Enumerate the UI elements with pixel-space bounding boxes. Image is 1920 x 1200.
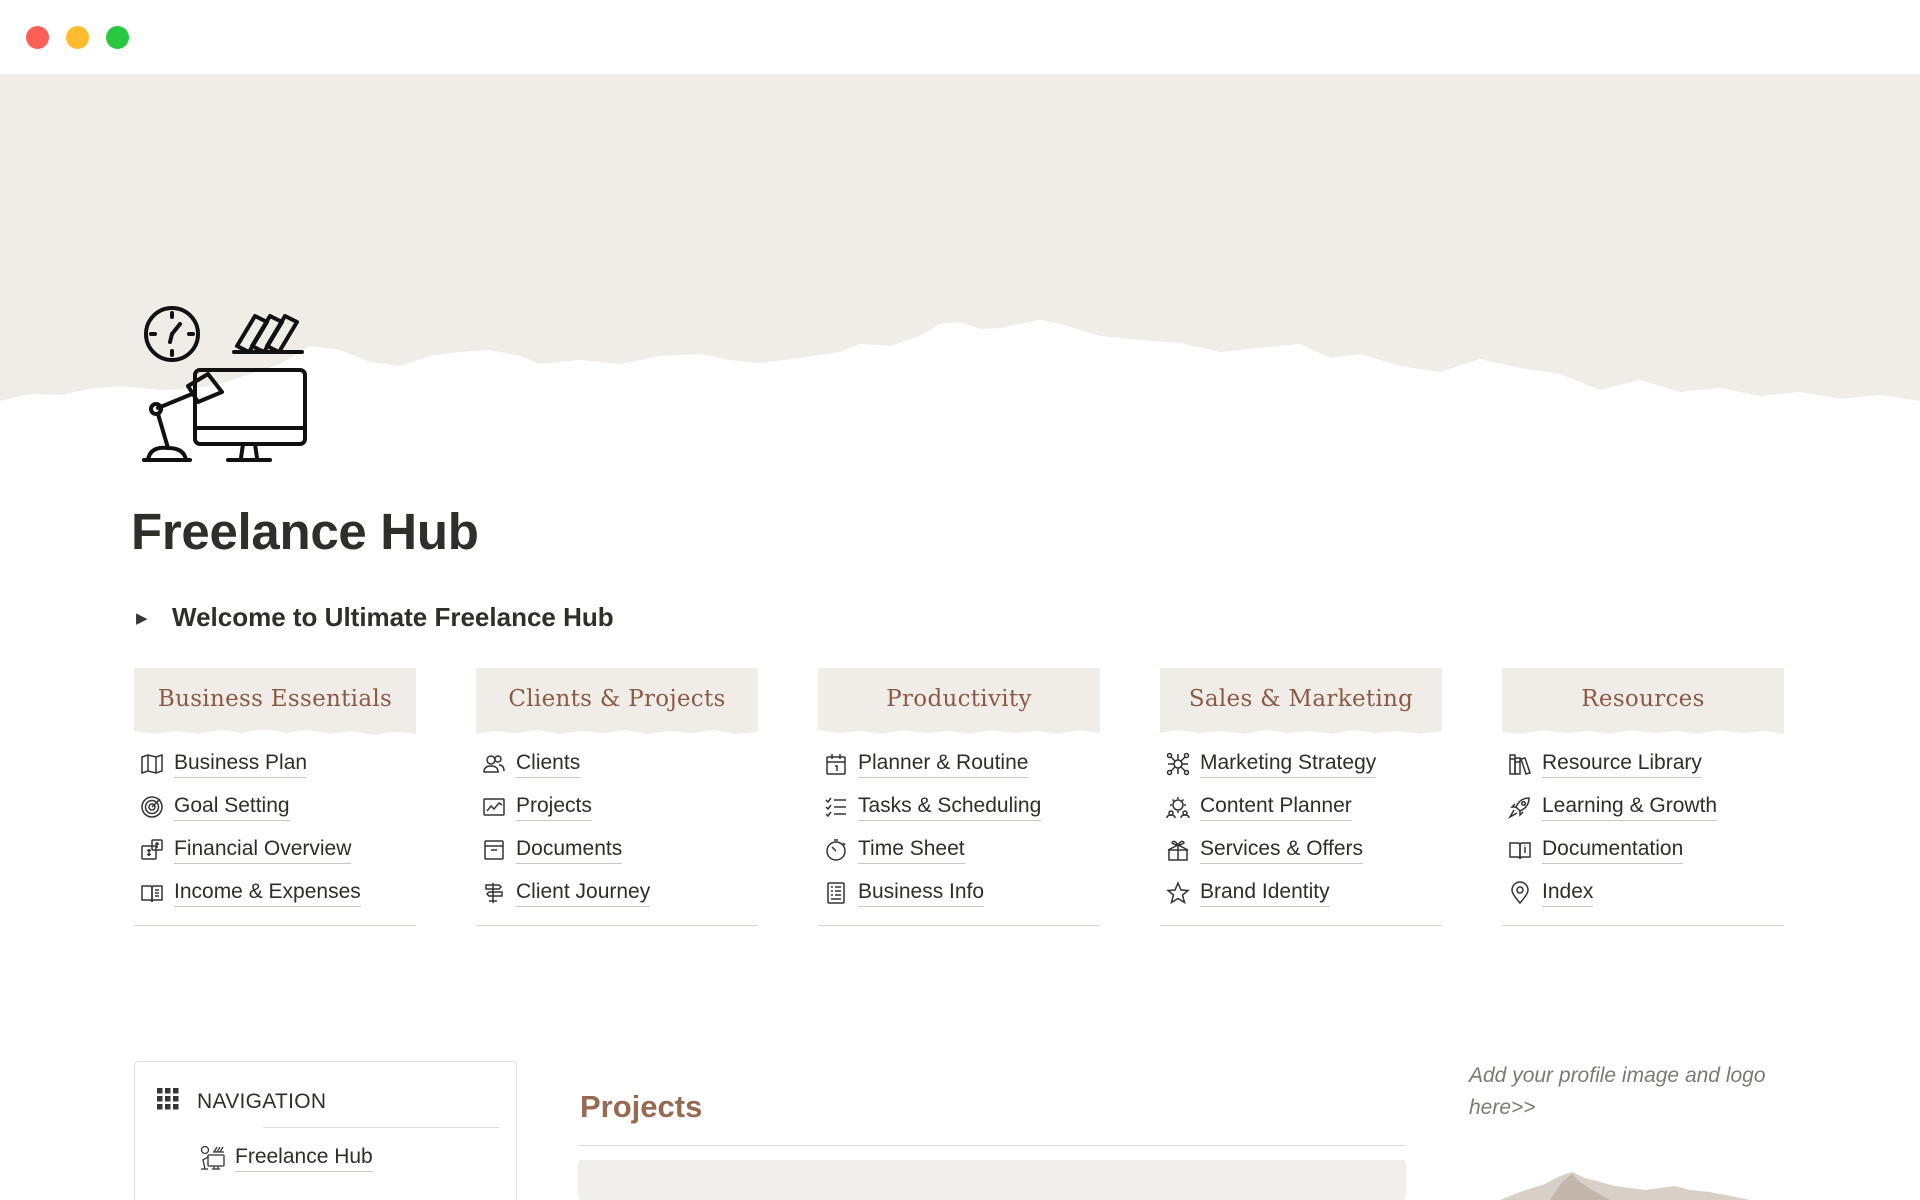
page-title[interactable]: Freelance Hub bbox=[131, 502, 479, 561]
map-pin-icon bbox=[1506, 879, 1534, 907]
archive-box-icon bbox=[480, 836, 508, 864]
link-index[interactable]: Index bbox=[1502, 871, 1784, 914]
users-icon bbox=[480, 750, 508, 778]
link-marketing-strategy[interactable]: Marketing Strategy bbox=[1160, 742, 1442, 785]
link-content-planner[interactable]: Content Planner bbox=[1160, 785, 1442, 828]
checklist-icon bbox=[822, 793, 850, 821]
link-brand-identity[interactable]: Brand Identity bbox=[1160, 871, 1442, 914]
link-columns: Business Essentials Business Plan Goal S… bbox=[134, 668, 1786, 926]
navigation-divider bbox=[263, 1127, 499, 1128]
desk-workspace-icon bbox=[199, 1144, 227, 1172]
document-icon bbox=[822, 879, 850, 907]
link-client-journey[interactable]: Client Journey bbox=[476, 871, 758, 914]
column-resources: Resources Resource Library Learning & Gr… bbox=[1502, 668, 1784, 926]
link-services-offers[interactable]: Services & Offers bbox=[1160, 828, 1442, 871]
link-financial-overview[interactable]: Financial Overview bbox=[134, 828, 416, 871]
navigation-title: NAVIGATION bbox=[197, 1089, 327, 1113]
column-header: Resources bbox=[1502, 668, 1784, 738]
column-sales-marketing: Sales & Marketing Marketing Strategy Con… bbox=[1160, 668, 1442, 926]
target-icon bbox=[138, 793, 166, 821]
network-gear-icon bbox=[1164, 750, 1192, 778]
column-header: Sales & Marketing bbox=[1160, 668, 1442, 738]
ledger-icon bbox=[138, 879, 166, 907]
link-clients[interactable]: Clients bbox=[476, 742, 758, 785]
toggle-label[interactable]: Welcome to Ultimate Freelance Hub bbox=[172, 602, 614, 633]
link-learning-growth[interactable]: Learning & Growth bbox=[1502, 785, 1784, 828]
window-titlebar bbox=[0, 0, 1920, 74]
projects-database-toolbar[interactable] bbox=[578, 1160, 1406, 1200]
link-business-plan[interactable]: Business Plan bbox=[134, 742, 416, 785]
calendar-icon bbox=[822, 750, 850, 778]
column-business-essentials: Business Essentials Business Plan Goal S… bbox=[134, 668, 416, 926]
open-book-icon bbox=[1506, 836, 1534, 864]
chart-board-icon bbox=[480, 793, 508, 821]
books-icon bbox=[1506, 750, 1534, 778]
gift-box-icon bbox=[1164, 836, 1192, 864]
link-documentation[interactable]: Documentation bbox=[1502, 828, 1784, 871]
column-title: Resources bbox=[1581, 686, 1705, 712]
nav-link-freelance-hub[interactable]: Freelance Hub bbox=[199, 1144, 373, 1172]
link-documents[interactable]: Documents bbox=[476, 828, 758, 871]
toggle-arrow-icon[interactable]: ▶ bbox=[136, 609, 168, 627]
close-window-button[interactable] bbox=[26, 26, 49, 49]
navigation-panel: NAVIGATION Freelance Hub bbox=[134, 1061, 517, 1200]
link-tasks-scheduling[interactable]: Tasks & Scheduling bbox=[818, 785, 1100, 828]
gear-people-icon bbox=[1164, 793, 1192, 821]
star-icon bbox=[1164, 879, 1192, 907]
column-title: Clients & Projects bbox=[508, 686, 726, 712]
zoom-window-button[interactable] bbox=[106, 26, 129, 49]
welcome-toggle[interactable]: ▶ Welcome to Ultimate Freelance Hub bbox=[136, 602, 614, 633]
link-resource-library[interactable]: Resource Library bbox=[1502, 742, 1784, 785]
rocket-icon bbox=[1506, 793, 1534, 821]
column-header: Business Essentials bbox=[134, 668, 416, 738]
signpost-icon bbox=[480, 879, 508, 907]
link-business-info[interactable]: Business Info bbox=[818, 871, 1100, 914]
navigation-header: NAVIGATION bbox=[157, 1088, 326, 1115]
column-title: Sales & Marketing bbox=[1188, 686, 1414, 712]
link-projects[interactable]: Projects bbox=[476, 785, 758, 828]
link-goal-setting[interactable]: Goal Setting bbox=[134, 785, 416, 828]
map-icon bbox=[138, 750, 166, 778]
link-time-sheet[interactable]: Time Sheet bbox=[818, 828, 1100, 871]
minimize-window-button[interactable] bbox=[66, 26, 89, 49]
column-clients-projects: Clients & Projects Clients Projects Docu… bbox=[476, 668, 758, 926]
projects-divider bbox=[578, 1145, 1406, 1146]
projects-heading[interactable]: Projects bbox=[580, 1089, 702, 1125]
desk-workspace-icon[interactable] bbox=[140, 300, 315, 475]
profile-image-placeholder[interactable] bbox=[1500, 1148, 1750, 1200]
column-productivity: Productivity Planner & Routine Tasks & S… bbox=[818, 668, 1100, 926]
stopwatch-icon bbox=[822, 836, 850, 864]
link-planner-routine[interactable]: Planner & Routine bbox=[818, 742, 1100, 785]
column-header: Clients & Projects bbox=[476, 668, 758, 738]
money-icon bbox=[138, 836, 166, 864]
profile-hint-text: Add your profile image and logo here>> bbox=[1469, 1064, 1766, 1119]
grid-icon bbox=[157, 1088, 179, 1115]
column-header: Productivity bbox=[818, 668, 1100, 738]
column-title: Productivity bbox=[886, 686, 1032, 712]
link-income-expenses[interactable]: Income & Expenses bbox=[134, 871, 416, 914]
column-title: Business Essentials bbox=[157, 686, 393, 712]
